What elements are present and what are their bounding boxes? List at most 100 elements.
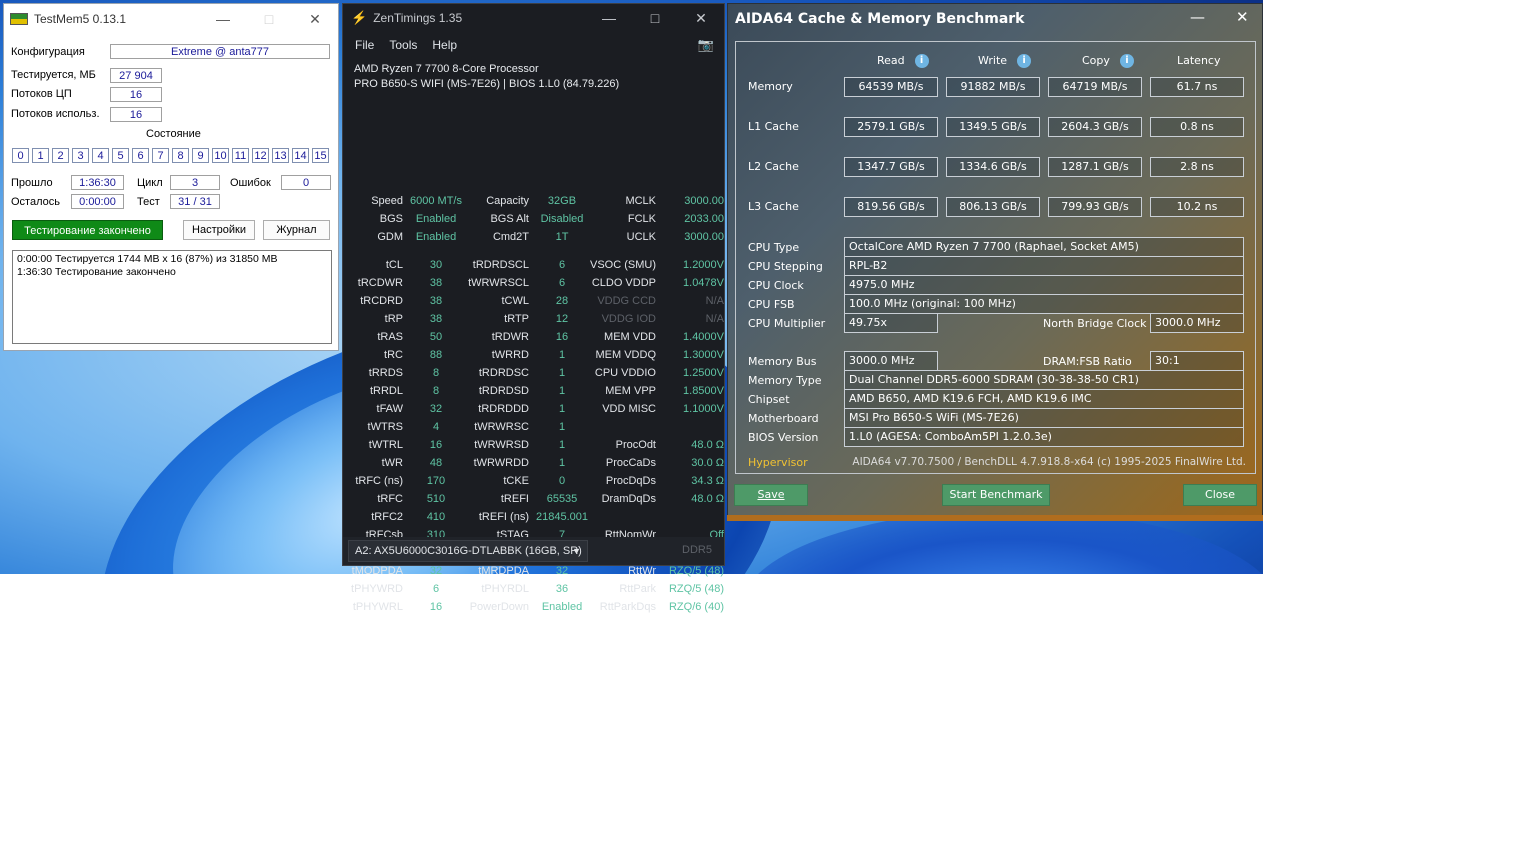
- close-icon[interactable]: ✕: [292, 11, 338, 28]
- minimize-icon[interactable]: —: [1190, 8, 1205, 26]
- elapsed-label: Прошло: [11, 177, 53, 189]
- timing-value: 6: [432, 583, 440, 595]
- timing-row: tRP 38 tRTP 12 VDDG IOD N/A: [343, 310, 726, 328]
- cpu-clock-value: 4975.0 MHz: [844, 275, 1244, 295]
- minimize-icon[interactable]: —: [200, 11, 246, 28]
- remaining-label: Осталось: [11, 196, 60, 208]
- test-log[interactable]: 0:00:00 Тестируется 1744 MB x 16 (87%) и…: [12, 250, 332, 344]
- timing-label: tCWL: [501, 295, 530, 307]
- timing-label: MEM VDDQ: [595, 349, 657, 361]
- timing-label: CLDO VDDP: [591, 277, 656, 289]
- close-button[interactable]: Close: [1183, 484, 1257, 506]
- aida64-titlebar[interactable]: AIDA64 Cache & Memory Benchmark: [728, 4, 1262, 34]
- timing-value: 8: [432, 367, 440, 379]
- info-icon[interactable]: i: [1119, 54, 1134, 68]
- timing-value: 28: [555, 295, 569, 307]
- thread-cell: 14: [292, 148, 309, 163]
- bench-value: 91882 MB/s: [946, 77, 1040, 97]
- timing-value: Enabled: [415, 213, 457, 225]
- thread-cell: 2: [52, 148, 69, 163]
- timing-value: 1.4000V: [683, 331, 724, 343]
- header-read: Read i: [877, 54, 929, 68]
- timing-value: RZQ/5 (48): [668, 583, 724, 595]
- bench-value: 0.8 ns: [1150, 117, 1244, 137]
- timing-label: tRDRDSC: [478, 367, 529, 379]
- close-icon[interactable]: ✕: [678, 10, 724, 27]
- test-label: Тест: [137, 196, 160, 208]
- zentimings-logo-icon: ⚡: [351, 10, 368, 25]
- timing-label: VDDG IOD: [601, 313, 656, 325]
- log-button[interactable]: Журнал: [263, 220, 330, 240]
- aida64-window: AIDA64 Cache & Memory Benchmark — ✕ Read…: [727, 3, 1263, 519]
- bench-value: 2579.1 GB/s: [844, 117, 938, 137]
- timing-label: tPHYWRD: [351, 583, 403, 595]
- timing-row: tCL 30 tRDRDSCL 6 VSOC (SMU) 1.2000V: [343, 256, 726, 274]
- testmem-title: TestMem5 0.13.1: [34, 12, 127, 26]
- bench-row-label: L1 Cache: [748, 120, 799, 133]
- menu-tools[interactable]: Tools: [389, 38, 417, 52]
- testmem-titlebar[interactable]: TestMem5 0.13.1 — □ ✕: [4, 4, 338, 34]
- zentimings-window: ⚡ ZenTimings 1.35 — □ ✕ File Tools Help …: [342, 3, 726, 613]
- timing-row: tWR 48 tWRWRDD 1 ProcCaDs 30.0 Ω: [343, 454, 726, 472]
- timing-label: tRDRDSCL: [472, 259, 529, 271]
- thread-cell: 0: [12, 148, 29, 163]
- info-icon[interactable]: i: [914, 54, 929, 68]
- memory-type-label: Memory Type: [748, 374, 822, 387]
- close-icon[interactable]: ✕: [1236, 8, 1249, 26]
- timing-label: FCLK: [627, 213, 656, 225]
- testing-finished-button[interactable]: Тестирование закончено: [12, 220, 163, 240]
- camera-icon[interactable]: 📷: [698, 37, 714, 53]
- cycle-label: Цикл: [137, 177, 163, 189]
- minimize-icon[interactable]: —: [586, 10, 632, 27]
- timing-label: tRDRDSD: [478, 385, 529, 397]
- bench-value: 806.13 GB/s: [946, 197, 1040, 217]
- timing-row: tRFC2 410 tREFI (ns) 21845.001: [343, 508, 726, 526]
- timing-value: 170: [426, 475, 446, 487]
- timing-value: 34.3 Ω: [691, 475, 724, 487]
- maximize-icon[interactable]: □: [632, 10, 678, 27]
- timing-label: VDDG CCD: [597, 295, 656, 307]
- aida64-title: AIDA64 Cache & Memory Benchmark: [735, 11, 1025, 27]
- log-line: 1:36:30 Тестирование закончено: [17, 266, 176, 278]
- timing-value: 30.0 Ω: [691, 457, 724, 469]
- timing-value: 50: [429, 331, 443, 343]
- timing-value: 88: [429, 349, 443, 361]
- timing-label: tWRWRDD: [473, 457, 529, 469]
- cpu-multiplier-value: 49.75x: [844, 313, 938, 333]
- menu-help[interactable]: Help: [432, 38, 457, 52]
- timing-label: tRDRDDD: [478, 403, 529, 415]
- timing-label: tRFC (ns): [355, 475, 403, 487]
- timing-label: UCLK: [626, 231, 656, 243]
- timing-value: 36: [555, 583, 569, 595]
- nb-clock-label: North Bridge Clock: [1043, 317, 1147, 330]
- info-icon[interactable]: i: [1017, 54, 1032, 68]
- timing-row: tRRDS 8 tRDRDSC 1 CPU VDDIO 1.2500V: [343, 364, 726, 382]
- cpu-stepping-value: RPL-B2: [844, 256, 1244, 276]
- thread-cell: 11: [232, 148, 249, 163]
- cycle-value: 3: [170, 175, 220, 190]
- thread-cell: 9: [192, 148, 209, 163]
- settings-button[interactable]: Настройки: [183, 220, 255, 240]
- timing-value: 48: [429, 457, 443, 469]
- dimm-select[interactable]: A2: AX5U6000C3016G-DTLABBK (16GB, SR) ▼: [348, 540, 588, 562]
- timing-value: 1: [558, 421, 566, 433]
- copyright-text: AIDA64 v7.70.7500 / BenchDLL 4.7.918.8-x…: [852, 456, 1246, 468]
- thread-cell: 15: [312, 148, 329, 163]
- timing-value: 1: [558, 403, 566, 415]
- testmem-window: TestMem5 0.13.1 — □ ✕ Конфигурация Extre…: [3, 3, 339, 351]
- menu-file[interactable]: File: [355, 38, 374, 52]
- start-benchmark-button[interactable]: Start Benchmark: [942, 484, 1050, 506]
- save-button[interactable]: Save: [734, 484, 808, 506]
- cpu-name: AMD Ryzen 7 7700 8-Core Processor: [354, 63, 539, 75]
- bios-version-value: 1.L0 (AGESA: ComboAm5PI 1.2.0.3e): [844, 427, 1244, 447]
- timing-label: tPHYRDL: [481, 583, 529, 595]
- bench-value: 2.8 ns: [1150, 157, 1244, 177]
- zentimings-titlebar[interactable]: ⚡ ZenTimings 1.35 — □ ✕: [343, 4, 724, 32]
- chevron-down-icon: ▼: [572, 546, 581, 556]
- header-write: Write i: [978, 54, 1032, 68]
- timing-label: PowerDown: [469, 601, 529, 613]
- timing-label: tWRWRSC: [474, 421, 529, 433]
- timing-label: tCKE: [503, 475, 529, 487]
- cpu-fsb-label: CPU FSB: [748, 298, 795, 311]
- bench-row-label: Memory: [748, 80, 793, 93]
